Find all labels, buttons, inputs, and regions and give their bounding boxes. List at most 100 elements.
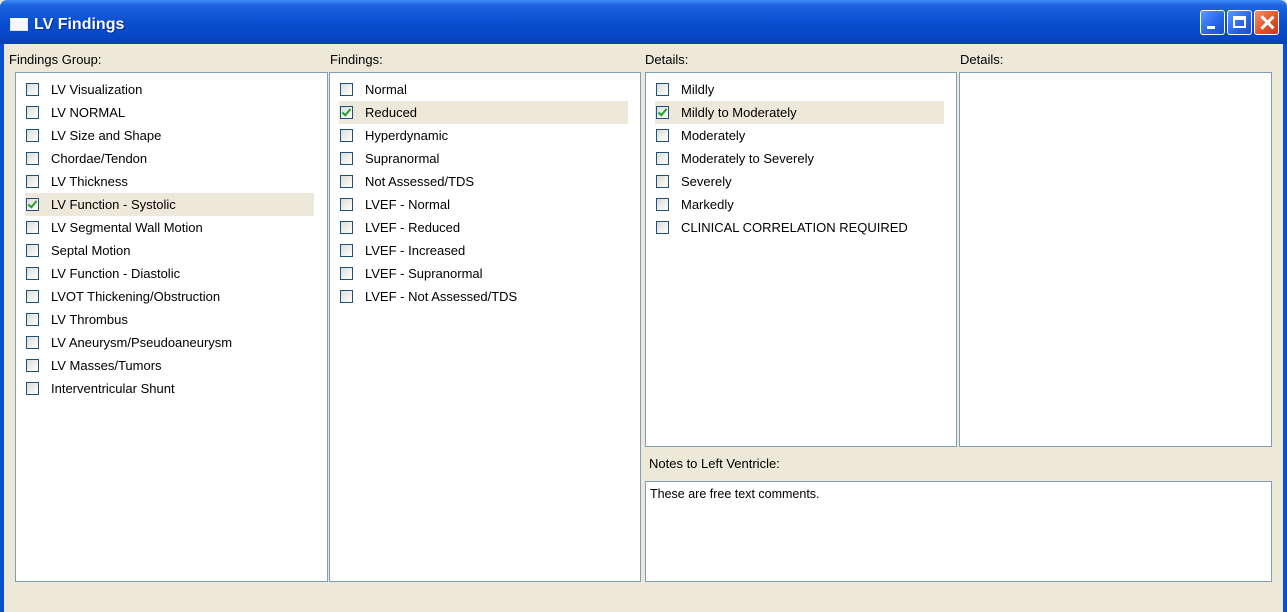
close-icon[interactable] — [1254, 10, 1279, 35]
list-item[interactable]: Moderately — [655, 124, 944, 147]
checkbox[interactable] — [340, 198, 353, 211]
window-title: LV Findings — [34, 16, 125, 33]
checkbox[interactable] — [656, 152, 669, 165]
checkbox[interactable] — [26, 244, 39, 257]
list-item[interactable]: LV Function - Diastolic — [25, 262, 314, 285]
list-item[interactable]: LVEF - Not Assessed/TDS — [339, 285, 628, 308]
minimize-icon[interactable] — [1200, 10, 1225, 35]
list-item[interactable]: Mildly — [655, 78, 944, 101]
list-item-label: LVEF - Supranormal — [365, 266, 483, 281]
list-item[interactable]: Supranormal — [339, 147, 628, 170]
checkbox[interactable] — [656, 221, 669, 234]
list-item-label: LVEF - Reduced — [365, 220, 461, 235]
checkbox[interactable] — [656, 198, 669, 211]
checkbox[interactable] — [340, 175, 353, 188]
list-item-label: Mildly to Moderately — [681, 105, 797, 120]
list-item[interactable]: Chordae/Tendon — [25, 147, 314, 170]
list-item[interactable]: LV Thrombus — [25, 308, 314, 331]
checkbox[interactable] — [26, 336, 39, 349]
list-item-label: LVOT Thickening/Obstruction — [51, 289, 221, 304]
checkbox[interactable] — [340, 267, 353, 280]
window-frame-right — [1283, 44, 1287, 612]
checkbox[interactable] — [340, 106, 353, 119]
checkbox[interactable] — [26, 267, 39, 280]
list-item[interactable]: LVEF - Increased — [339, 239, 628, 262]
list-item-label: Reduced — [365, 105, 418, 120]
lv-findings-window: LV Findings Findings Group: Findings: De… — [0, 0, 1287, 612]
list-item[interactable]: LV Visualization — [25, 78, 314, 101]
list-item[interactable]: Mildly to Moderately — [655, 101, 944, 124]
details-label: Details: — [645, 52, 689, 67]
list-item[interactable]: Hyperdynamic — [339, 124, 628, 147]
list-item-label: LV Size and Shape — [51, 128, 162, 143]
checkbox[interactable] — [26, 106, 39, 119]
list-item[interactable]: LV NORMAL — [25, 101, 314, 124]
checkbox[interactable] — [656, 106, 669, 119]
list-item-label: Not Assessed/TDS — [365, 174, 475, 189]
list-item[interactable]: Moderately to Severely — [655, 147, 944, 170]
maximize-icon[interactable] — [1227, 10, 1252, 35]
checkbox[interactable] — [656, 175, 669, 188]
checkbox[interactable] — [26, 221, 39, 234]
list-item[interactable]: LV Aneurysm/Pseudoaneurysm — [25, 331, 314, 354]
list-item-label: Hyperdynamic — [365, 128, 449, 143]
list-item-label: LV Aneurysm/Pseudoaneurysm — [51, 335, 233, 350]
checkbox[interactable] — [340, 129, 353, 142]
list-item-label: CLINICAL CORRELATION REQUIRED — [681, 220, 908, 235]
checkbox[interactable] — [340, 244, 353, 257]
list-item[interactable]: LV Masses/Tumors — [25, 354, 314, 377]
list-item-label: Markedly — [681, 197, 734, 212]
list-item-label: LVEF - Normal — [365, 197, 450, 212]
list-item[interactable]: LVOT Thickening/Obstruction — [25, 285, 314, 308]
list-item-label: Normal — [365, 82, 407, 97]
findings-group-list[interactable]: LV Visualization LV NORMAL LV Size and Sha… — [15, 72, 328, 582]
list-item-label: LV Visualization — [51, 82, 143, 97]
checkbox[interactable] — [26, 313, 39, 326]
list-item[interactable]: LVEF - Normal — [339, 193, 628, 216]
list-item-label: Moderately to Severely — [681, 151, 814, 166]
list-item-label: Moderately — [681, 128, 746, 143]
list-item[interactable]: LV Thickness — [25, 170, 314, 193]
list-item-label: Septal Motion — [51, 243, 131, 258]
checkbox[interactable] — [340, 83, 353, 96]
list-item[interactable]: LV Function - Systolic — [25, 193, 314, 216]
checkbox[interactable] — [340, 152, 353, 165]
title-bar[interactable]: LV Findings — [0, 0, 1287, 44]
list-item[interactable]: Normal — [339, 78, 628, 101]
checkbox[interactable] — [26, 129, 39, 142]
list-item[interactable]: LVEF - Supranormal — [339, 262, 628, 285]
checkbox[interactable] — [26, 382, 39, 395]
list-item-label: Mildly — [681, 82, 715, 97]
checkbox[interactable] — [26, 198, 39, 211]
list-item[interactable]: Reduced — [339, 101, 628, 124]
list-item[interactable]: LV Segmental Wall Motion — [25, 216, 314, 239]
checkbox[interactable] — [340, 221, 353, 234]
window-icon — [10, 18, 28, 31]
list-item[interactable]: Severely — [655, 170, 944, 193]
list-item[interactable]: LVEF - Reduced — [339, 216, 628, 239]
details-list[interactable]: Mildly Mildly to Moderately Moderately Mode… — [645, 72, 957, 447]
list-item[interactable]: Not Assessed/TDS — [339, 170, 628, 193]
checkbox[interactable] — [26, 359, 39, 372]
list-item-label: LV Function - Systolic — [51, 197, 176, 212]
list-item[interactable]: CLINICAL CORRELATION REQUIRED — [655, 216, 944, 239]
findings-list[interactable]: Normal Reduced Hyperdynamic Supranormal Not … — [329, 72, 641, 582]
list-item[interactable]: Septal Motion — [25, 239, 314, 262]
checkbox[interactable] — [26, 152, 39, 165]
checkbox[interactable] — [26, 290, 39, 303]
list-item-label: Chordae/Tendon — [51, 151, 148, 166]
checkbox[interactable] — [340, 290, 353, 303]
checkbox[interactable] — [656, 83, 669, 96]
list-item-label: LV Thrombus — [51, 312, 128, 327]
details-secondary-list[interactable] — [959, 72, 1272, 447]
findings-label: Findings: — [330, 52, 383, 67]
checkbox[interactable] — [656, 129, 669, 142]
list-item[interactable]: Interventricular Shunt — [25, 377, 314, 400]
notes-textarea[interactable]: These are free text comments. — [645, 481, 1272, 582]
checkbox[interactable] — [26, 175, 39, 188]
list-item[interactable]: Markedly — [655, 193, 944, 216]
list-item[interactable]: LV Size and Shape — [25, 124, 314, 147]
list-item-label: LVEF - Increased — [365, 243, 466, 258]
list-item-label: LV NORMAL — [51, 105, 126, 120]
checkbox[interactable] — [26, 83, 39, 96]
